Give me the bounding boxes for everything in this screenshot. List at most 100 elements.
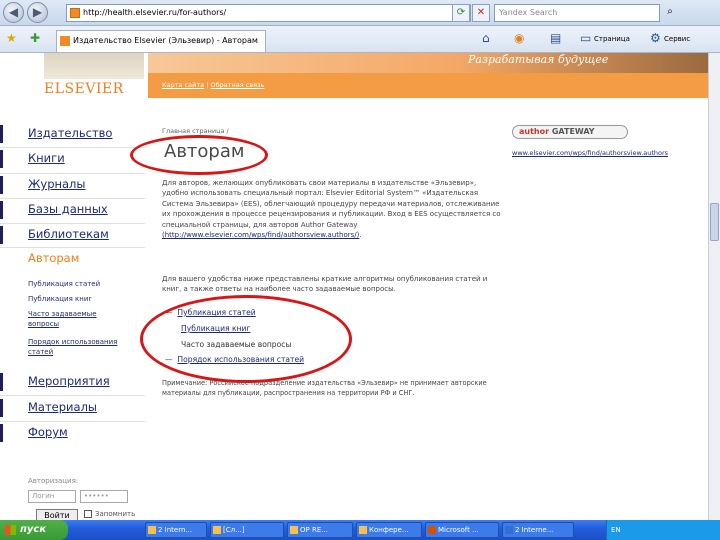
note-paragraph: Примечание: Российское подразделение изд… [162, 379, 487, 397]
remember-label: Запомнить [95, 510, 136, 518]
window-icon [359, 526, 367, 534]
favorites-star-icon[interactable]: ★ [6, 31, 17, 45]
powerpoint-icon [428, 526, 436, 534]
tab-title: Издательство Elsevier (Эльзевир) - Автор… [73, 36, 258, 45]
forward-icon[interactable]: ▶ [27, 2, 48, 23]
sidebar-marker [0, 373, 3, 391]
sidebar-marker [0, 176, 3, 194]
sidebar-item-forum[interactable]: Форум [0, 422, 140, 442]
sidebar-sub-faq-cont[interactable]: вопросы [28, 320, 59, 328]
browser-tab-row: ★ ✚ Издательство Elsevier (Эльзевир) - А… [0, 26, 720, 53]
sidebar-item-label: Мероприятия [28, 374, 110, 388]
sidebar-sub-book-publishing[interactable]: Публикация книг [28, 295, 92, 303]
vertical-scrollbar[interactable] [708, 53, 720, 520]
sidebar-marker [0, 424, 3, 442]
language-indicator[interactable]: EN [611, 526, 621, 534]
start-button[interactable]: пуск [0, 520, 68, 540]
top-links: Карта сайта | Обратная связь [162, 81, 265, 89]
sitemap-link[interactable]: Карта сайта [162, 81, 204, 89]
system-tray: EN [606, 520, 720, 540]
sidebar-sub-faq[interactable]: Часто задаваемые [28, 310, 97, 318]
sidebar-item-libraries[interactable]: Библиотекам [0, 224, 140, 244]
task-label: OP RE... [300, 526, 328, 534]
url-text: http://health.elsevier.ru/for-authors/ [83, 8, 227, 17]
search-input[interactable]: Yandex Search [494, 4, 660, 22]
sidebar-marker [0, 201, 3, 219]
breadcrumb[interactable]: Главная страница / [162, 127, 229, 135]
sidebar-sub-usage[interactable]: Порядок использования [28, 338, 117, 346]
taskbar-task[interactable]: 2 Interne... [502, 522, 574, 538]
scrollbar-thumb[interactable] [710, 203, 719, 241]
back-icon[interactable]: ◀ [3, 2, 24, 23]
taskbar-task[interactable]: [Сл...] [210, 522, 284, 538]
sidebar-item-books[interactable]: Книги [0, 148, 140, 168]
sidebar-sub-article-publishing[interactable]: Публикация статей [28, 280, 100, 288]
taskbar-task[interactable]: Конфере... [356, 522, 422, 538]
start-label: пуск [20, 524, 47, 535]
sidebar-divider [0, 395, 145, 396]
gateway-url-link[interactable]: www.elsevier.com/wps/find/authorsview.au… [512, 149, 668, 157]
sidebar-item-events[interactable]: Мероприятия [0, 371, 140, 391]
badge-author: author [519, 127, 550, 136]
windows-logo-icon [5, 525, 16, 535]
sidebar-item-label: Авторам [28, 251, 80, 265]
taskbar-task[interactable]: Microsoft ... [425, 522, 499, 538]
folder-icon [290, 526, 298, 534]
sidebar-item-label: Базы данных [28, 202, 108, 216]
browser-address-row: ◀ ▶ http://health.elsevier.ru/for-author… [0, 0, 720, 26]
author-gateway-badge[interactable]: author GATEWAY [512, 125, 628, 139]
login-placeholder: Логин [32, 492, 55, 500]
tools-menu-label[interactable]: Сервис [664, 35, 690, 43]
sidebar-item-journals[interactable]: Журналы [0, 174, 140, 194]
ie-icon [505, 526, 513, 534]
sidebar-sub-usage-cont[interactable]: статей [28, 348, 53, 356]
checkbox-icon [84, 510, 92, 518]
rss-icon[interactable]: ◉ [514, 31, 524, 45]
elsevier-tree-logo [44, 53, 144, 79]
sidebar-marker [0, 226, 3, 244]
highlight-ring-faq [140, 295, 352, 383]
password-input[interactable]: •••••• [80, 490, 128, 503]
refresh-icon[interactable]: ⟳ [452, 4, 470, 22]
task-label: Microsoft ... [438, 526, 479, 534]
sidebar-item-databases[interactable]: Базы данных [0, 199, 140, 219]
sidebar-item-materials[interactable]: Материалы [0, 397, 140, 417]
header-banner: Разрабатывая будущее [148, 53, 708, 73]
login-label: Авторизация: [28, 477, 79, 485]
sidebar-item-label: Журналы [28, 177, 86, 191]
sidebar-item-label: Материалы [28, 400, 97, 414]
login-input[interactable]: Логин [28, 490, 76, 503]
sidebar-item-publisher[interactable]: Издательство [0, 123, 140, 143]
login-button[interactable]: Войти [36, 509, 78, 520]
sidebar-item-label: Издательство [28, 126, 113, 140]
feedback-link[interactable]: Обратная связь [210, 81, 264, 89]
print-icon[interactable]: ▤ [550, 31, 561, 45]
windows-taskbar: пуск 2 Intern... [Сл...] OP RE... Конфер… [0, 520, 720, 540]
sidebar-marker [0, 125, 3, 143]
task-label: Конфере... [369, 526, 409, 534]
author-gateway-link[interactable]: (http://www.elsevier.com/wps/find/author… [162, 231, 359, 239]
address-bar[interactable]: http://health.elsevier.ru/for-authors/ [66, 4, 471, 22]
search-icon[interactable]: ⌕ [661, 4, 679, 22]
faq-intro: Для вашего удобства ниже представлены кр… [162, 275, 488, 294]
taskbar-task[interactable]: 2 Intern... [145, 522, 207, 538]
screen: ◀ ▶ http://health.elsevier.ru/for-author… [0, 0, 720, 540]
tools-gear-icon[interactable]: ⚙ [650, 31, 661, 45]
site-favicon-icon [70, 8, 80, 18]
sidebar-item-label: Форум [28, 425, 68, 439]
home-icon[interactable]: ⌂ [482, 31, 490, 45]
stop-icon[interactable]: ✕ [472, 4, 490, 22]
page-menu-label[interactable]: Страница [594, 35, 630, 43]
intro-text: Для авторов, желающих опубликовать свои … [162, 179, 501, 229]
task-label: 2 Intern... [158, 526, 193, 534]
sidebar-marker [0, 399, 3, 417]
task-label: 2 Interne... [515, 526, 554, 534]
site-logo[interactable]: ELSEVIER [44, 81, 124, 97]
taskbar-task[interactable]: OP RE... [287, 522, 353, 538]
remember-checkbox[interactable]: Запомнить [84, 510, 135, 518]
site-slogan: Разрабатывая будущее [468, 53, 609, 66]
sidebar-item-authors[interactable]: Авторам [0, 248, 140, 268]
browser-tab[interactable]: Издательство Elsevier (Эльзевир) - Автор… [56, 30, 266, 52]
page-menu-icon[interactable]: ▭ [580, 31, 591, 45]
add-favorite-icon[interactable]: ✚ [30, 31, 40, 45]
